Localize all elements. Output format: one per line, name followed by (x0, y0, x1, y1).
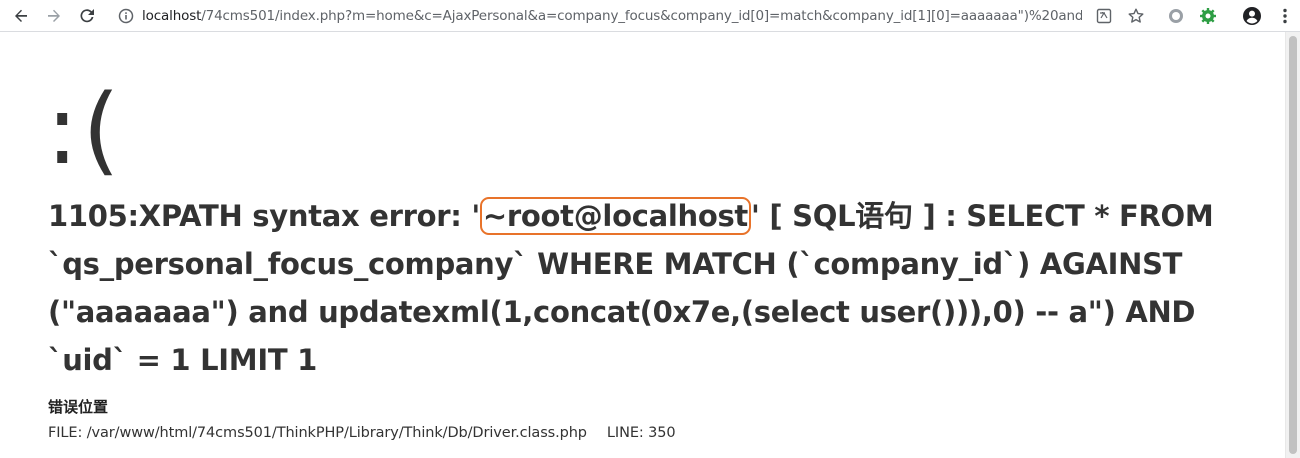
url-host: localhost (142, 8, 202, 24)
sad-face: :( (46, 74, 124, 186)
star-icon[interactable] (1124, 4, 1148, 28)
vertical-scrollbar[interactable] (1285, 32, 1300, 458)
error-file: FILE: /var/www/html/74cms501/ThinkPHP/Li… (48, 425, 587, 441)
error-location-details: FILE: /var/www/html/74cms501/ThinkPHP/Li… (48, 422, 676, 444)
kebab-menu-icon[interactable] (1273, 4, 1297, 28)
error-message-prefix: 1105:XPATH syntax error: ' (48, 199, 480, 233)
circle-extension-icon[interactable] (1164, 4, 1188, 28)
info-icon[interactable] (114, 4, 138, 28)
forward-arrow-icon[interactable] (42, 4, 66, 28)
error-message: 1105:XPATH syntax error: ' ~root@localhos… (48, 192, 1228, 384)
highlighted-error-value: ~root@localhost (479, 197, 751, 235)
gear-extension-icon[interactable] (1196, 4, 1220, 28)
reload-icon[interactable] (75, 4, 99, 28)
scrollbar-thumb[interactable] (1289, 36, 1297, 454)
translate-icon[interactable] (1092, 4, 1116, 28)
error-location-title: 错误位置 (48, 398, 109, 416)
account-icon[interactable] (1240, 4, 1264, 28)
error-line: LINE: 350 (606, 425, 676, 441)
address-bar[interactable]: localhost/74cms501/index.php?m=home&c=Aj… (142, 7, 1082, 25)
browser-toolbar: localhost/74cms501/index.php?m=home&c=Aj… (0, 0, 1300, 32)
url-path: /74cms501/index.php?m=home&c=AjaxPersona… (201, 8, 1082, 24)
back-arrow-icon[interactable] (9, 4, 33, 28)
